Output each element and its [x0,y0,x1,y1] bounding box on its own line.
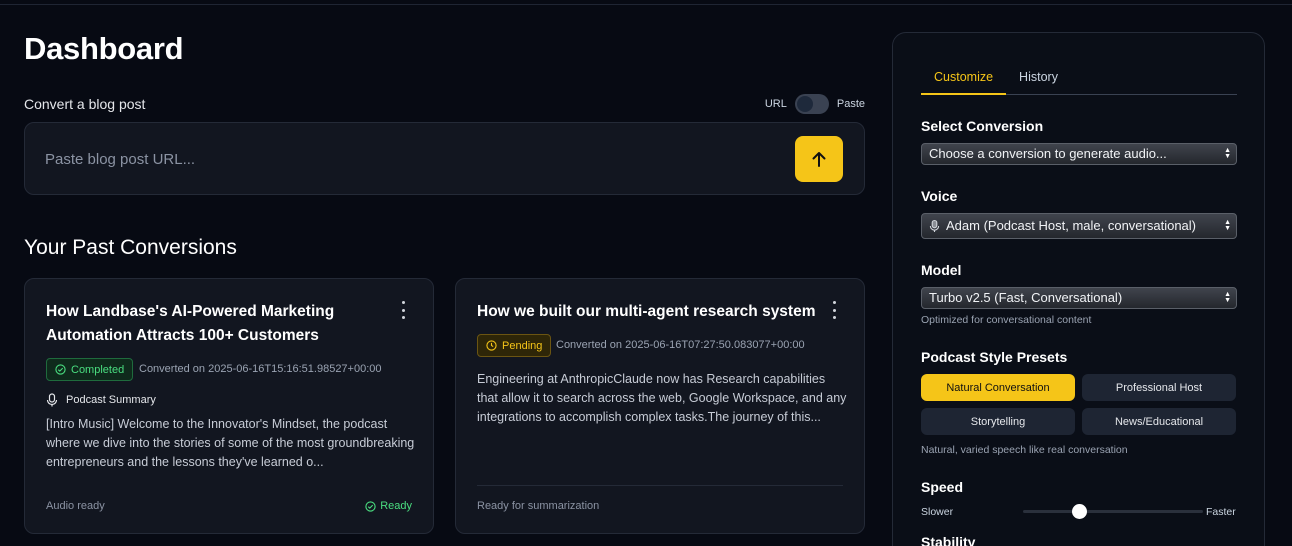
conversion-select-value: Choose a conversion to generate audio... [929,146,1167,161]
more-options-icon[interactable] [395,301,411,319]
model-select[interactable]: Turbo v2.5 (Fast, Conversational) ▲ ▼ [921,287,1237,309]
toggle-knob [796,96,813,112]
preset-news-educational[interactable]: News/Educational [1082,408,1236,435]
check-circle-icon [55,364,66,375]
converted-date: Converted on 2025-06-16T15:16:51.98527+0… [139,363,382,375]
select-arrows-icon: ▲ ▼ [1224,219,1231,232]
card-footer-status: Audio ready [46,500,105,512]
clock-icon [486,340,497,351]
preset-hint: Natural, varied speech like real convers… [921,444,1128,456]
toggle-label-paste: Paste [836,98,865,110]
card-title: How Landbase's AI-Powered Marketing Auto… [46,303,335,344]
status-badge: Completed [46,358,134,381]
submit-button[interactable] [795,136,843,182]
presets-label: Podcast Style Presets [921,349,1068,365]
check-circle-icon [365,500,376,512]
summary-header: Podcast Summary [46,393,156,407]
model-hint: Optimized for conversational content [921,314,1092,326]
preset-professional-host[interactable]: Professional Host [1082,374,1236,401]
select-arrows-icon: ▲ ▼ [1224,291,1231,304]
status-text: Completed [71,363,125,376]
past-conversions-title: Your Past Conversions [24,236,237,259]
card-title: How we built our multi-agent research sy… [477,303,816,320]
microphone-icon [929,219,940,232]
select-conversion-label: Select Conversion [921,118,1044,134]
preset-storytelling[interactable]: Storytelling [921,408,1075,435]
arrow-up-icon [812,152,826,167]
summary-label: Podcast Summary [66,394,156,406]
blog-url-input[interactable] [45,147,745,171]
speed-max-label: Faster [1206,506,1236,518]
conversion-select[interactable]: Choose a conversion to generate audio...… [921,143,1237,165]
top-divider [0,4,1292,5]
post-excerpt: Engineering at AnthropicClaude now has R… [477,372,847,424]
status-text: Pending [502,339,543,352]
url-input-box [24,122,865,195]
conversion-card[interactable]: How we built our multi-agent research sy… [455,278,865,534]
url-paste-toggle[interactable] [794,94,829,114]
input-mode-toggle-group: URL Paste [765,94,865,114]
conversion-card[interactable]: How Landbase's AI-Powered Marketing Auto… [24,278,434,534]
voice-select-value: Adam (Podcast Host, male, conversational… [946,218,1196,233]
speed-min-label: Slower [921,506,954,518]
more-options-icon[interactable] [826,301,842,319]
model-label: Model [921,262,962,278]
customize-panel: Customize History Select Conversion Choo… [892,32,1265,546]
ready-text: Ready [380,500,412,512]
ready-indicator: Ready [365,500,412,512]
panel-tabs: Customize History [921,68,1237,95]
page-title: Dashboard [24,31,184,66]
converted-date: Converted on 2025-06-16T07:27:50.083077+… [556,339,805,351]
model-select-value: Turbo v2.5 (Fast, Conversational) [929,290,1123,305]
stability-label: Stability [921,534,976,546]
speed-slider-track[interactable] [1023,510,1203,513]
convert-label: Convert a blog post [24,96,146,112]
speed-label: Speed [921,479,964,495]
voice-label: Voice [921,188,958,204]
toggle-label-url: URL [764,98,787,110]
microphone-icon [46,393,58,407]
tab-customize[interactable]: Customize [921,68,1007,95]
card-footer-status: Ready for summarization [477,500,600,512]
summary-text: [Intro Music] Welcome to the Innovator's… [46,417,415,469]
voice-select[interactable]: Adam (Podcast Host, male, conversational… [921,213,1237,239]
tab-history[interactable]: History [1006,68,1071,95]
speed-slider-thumb[interactable] [1072,504,1087,519]
select-arrows-icon: ▲ ▼ [1224,147,1231,160]
status-badge: Pending [477,334,552,357]
card-divider [477,485,843,486]
preset-natural-conversation[interactable]: Natural Conversation [921,374,1075,401]
